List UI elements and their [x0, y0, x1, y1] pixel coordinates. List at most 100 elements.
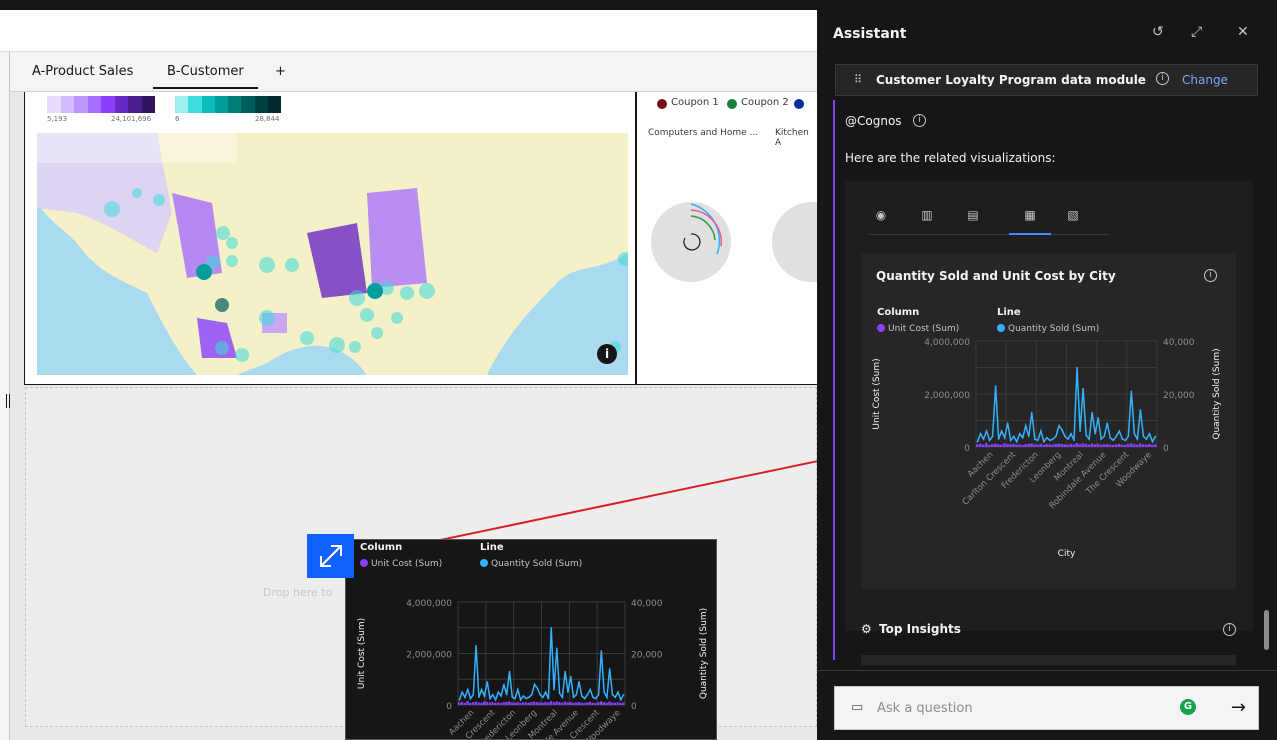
line-point — [1064, 435, 1066, 438]
column-bar — [1111, 444, 1115, 447]
column-bar — [566, 702, 569, 705]
dragged-combo-chart: Column Unit Cost (Sum) Line Quantity Sold (… — [357, 542, 709, 739]
ask-placeholder: Ask a question — [877, 701, 973, 716]
dragged-chart-preview[interactable]: Column Unit Cost (Sum) Line Quantity Sold (… — [345, 539, 717, 740]
insights-icon: ⚙ — [861, 622, 872, 636]
change-module-link[interactable]: Change — [1182, 73, 1228, 87]
column-bar — [541, 702, 544, 705]
line-point — [611, 693, 614, 696]
chart-card[interactable]: Quantity Sold and Unit Cost by City i Co… — [861, 253, 1236, 589]
line-point — [1142, 435, 1145, 438]
ask-question-input[interactable]: ▭ Ask a question G → — [834, 686, 1259, 730]
line-point — [1079, 430, 1081, 432]
line-point — [979, 432, 982, 435]
send-arrow-icon[interactable]: → — [1231, 697, 1246, 718]
line-point — [530, 693, 533, 696]
column-bar — [1009, 444, 1012, 447]
column-bar — [574, 702, 578, 705]
line-point — [1070, 432, 1072, 435]
column-bar — [1129, 443, 1133, 447]
column-bar — [1069, 443, 1073, 447]
column-bar — [1072, 444, 1076, 447]
line-point — [1040, 430, 1042, 432]
column-bar — [1054, 443, 1057, 447]
table-viz-icon[interactable]: ▧ — [1063, 208, 1083, 224]
column-bar — [1123, 444, 1127, 447]
chart-info-icon[interactable]: i — [1204, 269, 1217, 282]
column-bar — [1066, 444, 1070, 447]
y-axis-left-title: Unit Cost (Sum) — [872, 358, 882, 429]
legend-swatch-column — [877, 324, 885, 332]
y-axis-right-title: Quantity Sold (Sum) — [1212, 348, 1222, 439]
line-point — [508, 670, 511, 673]
line-point — [603, 691, 605, 693]
mention-label: @Cognos — [845, 114, 902, 128]
column-bar — [496, 702, 500, 705]
y-left-tick: 0 — [964, 444, 970, 454]
combo-viz-icon[interactable]: ▦ — [1009, 208, 1051, 235]
line-point — [1018, 432, 1021, 435]
column-bar — [599, 701, 603, 705]
column-bar — [533, 701, 536, 705]
column-bar — [471, 702, 475, 705]
expand-icon[interactable]: ⤢ — [1191, 24, 1202, 40]
panel-scrollbar[interactable] — [1264, 610, 1269, 650]
line-point — [997, 438, 1000, 440]
column-bar — [619, 702, 622, 705]
column-bar — [991, 444, 994, 447]
column-bar — [979, 443, 982, 447]
mention-info-icon[interactable]: i — [913, 114, 926, 127]
y-left-tick: 2,000,000 — [924, 391, 970, 401]
line-point — [622, 693, 625, 696]
column-bar — [1000, 444, 1003, 447]
x-axis-title: City — [1058, 549, 1076, 559]
line-point — [561, 696, 564, 699]
close-icon[interactable]: ✕ — [1237, 24, 1249, 40]
line-point — [1109, 436, 1112, 439]
line-point — [578, 681, 580, 683]
drop-target-button[interactable] — [307, 534, 354, 578]
y-left-tick: 4,000,000 — [406, 599, 452, 609]
line-point — [581, 695, 583, 697]
column-bar — [1027, 443, 1030, 447]
column-bar — [1060, 444, 1063, 447]
column-bar — [1120, 444, 1124, 447]
column-bar — [1015, 444, 1018, 447]
map-viz-icon[interactable]: ◉ — [871, 208, 891, 224]
column-bar — [982, 444, 985, 447]
line-point — [597, 693, 600, 696]
column-bar — [1150, 444, 1154, 447]
column-bar — [1033, 444, 1036, 447]
line-point — [586, 693, 589, 696]
line-point — [1085, 434, 1087, 436]
y-axis-left-title: Unit Cost (Sum) — [357, 618, 367, 689]
line-point — [1043, 440, 1045, 443]
combo-chart: Column Unit Cost (Sum) Line Quantity Sold (… — [872, 307, 1222, 559]
line-point — [1027, 435, 1030, 438]
column-bar — [591, 702, 594, 705]
module-info-icon[interactable]: i — [1156, 72, 1169, 85]
message-accent-bar — [833, 100, 835, 660]
line-point — [1049, 439, 1051, 442]
reset-icon[interactable]: ↺ — [1152, 24, 1164, 40]
column-bar — [563, 701, 567, 705]
line-point — [500, 695, 502, 697]
grammar-badge-icon[interactable]: G — [1180, 699, 1196, 715]
legend-series-line: Quantity Sold (Sum) — [491, 559, 582, 569]
line-point — [505, 693, 508, 696]
column-bar — [602, 702, 606, 705]
line-point — [1130, 390, 1133, 393]
column-bar — [613, 702, 617, 705]
line-point — [1136, 438, 1139, 440]
legend-heading-column: Column — [877, 307, 919, 318]
line-point — [1151, 440, 1154, 443]
column-bar — [588, 701, 592, 705]
bar-viz-icon[interactable]: ▤ — [963, 208, 983, 224]
column-bar — [544, 701, 547, 705]
insights-info-icon[interactable]: i — [1223, 623, 1236, 636]
line-point — [1148, 432, 1151, 435]
line-point — [550, 626, 553, 629]
legend-heading-line: Line — [997, 307, 1021, 318]
column-viz-icon[interactable]: ▥ — [917, 208, 937, 224]
y-left-tick: 2,000,000 — [406, 651, 452, 661]
